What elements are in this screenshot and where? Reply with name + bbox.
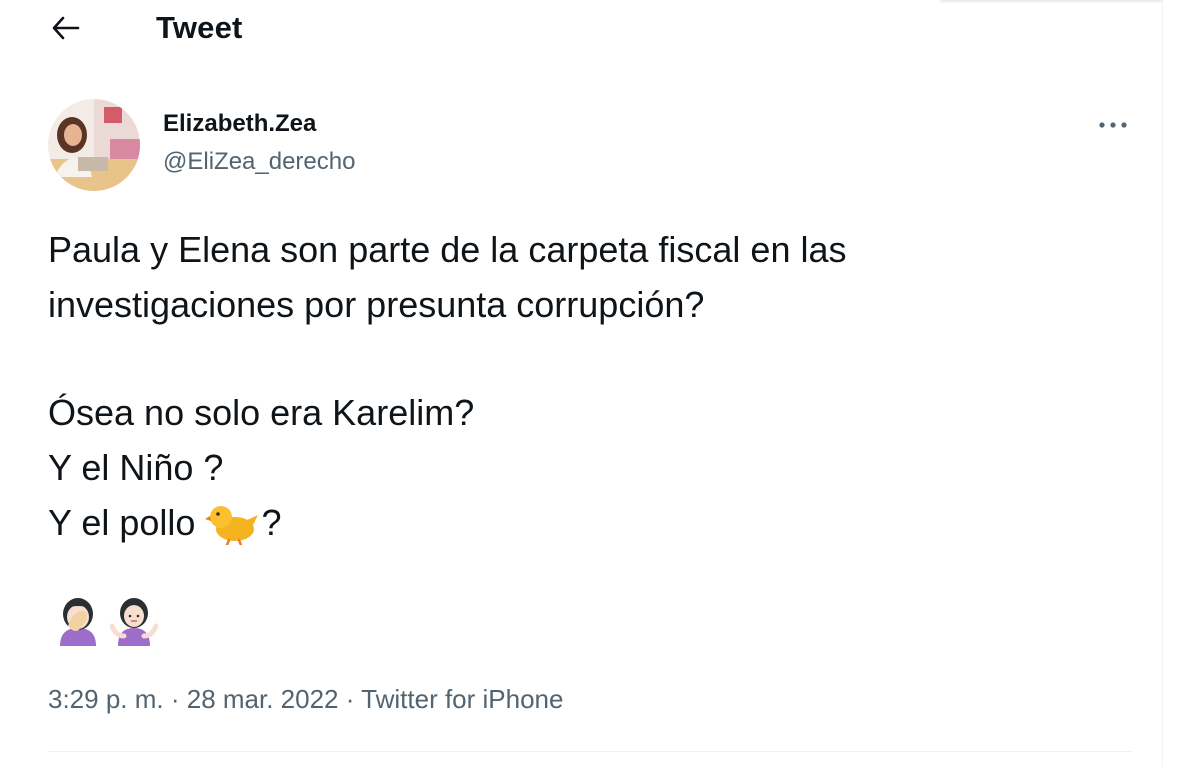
more-horizontal-icon bbox=[1099, 122, 1127, 128]
tweet-time[interactable]: 3:29 p. m. bbox=[48, 684, 164, 714]
meta-separator: · bbox=[338, 684, 362, 714]
more-options-button[interactable] bbox=[1094, 112, 1132, 138]
baby-chick-emoji bbox=[205, 503, 259, 560]
tweet-text: Paula y Elena son parte de la carpeta fi… bbox=[48, 222, 1128, 560]
column-border bbox=[1162, 0, 1163, 766]
back-button[interactable] bbox=[46, 8, 86, 48]
tweet-source[interactable]: Twitter for iPhone bbox=[361, 684, 563, 714]
arrow-left-icon bbox=[52, 16, 80, 40]
avatar[interactable] bbox=[48, 99, 140, 191]
tweet-line-text: Y el pollo bbox=[48, 502, 196, 543]
tweet-line: Y el Niño ? bbox=[48, 447, 224, 488]
woman-facepalming-emoji bbox=[56, 596, 100, 651]
emoji-row bbox=[56, 596, 159, 651]
author-name[interactable]: Elizabeth.Zea bbox=[163, 110, 316, 138]
woman-shrugging-emoji bbox=[109, 596, 159, 651]
tweet-line: Paula y Elena son parte de la carpeta fi… bbox=[48, 229, 847, 270]
tweet-line: Y el pollo ? bbox=[48, 495, 1128, 560]
meta-separator: · bbox=[163, 684, 187, 714]
tweet-date[interactable]: 28 mar. 2022 bbox=[187, 684, 339, 714]
author-handle[interactable]: @EliZea_derecho bbox=[163, 148, 355, 176]
tweet-line: investigaciones por presunta corrupción? bbox=[48, 284, 705, 325]
page-title: Tweet bbox=[156, 10, 243, 45]
page-header: Tweet bbox=[0, 0, 1162, 56]
tweet-line: Ósea no solo era Karelim? bbox=[48, 392, 475, 433]
tweet-line-text: ? bbox=[261, 502, 282, 543]
divider bbox=[48, 751, 1132, 752]
tweet-meta: 3:29 p. m. · 28 mar. 2022 · Twitter for … bbox=[48, 684, 563, 715]
